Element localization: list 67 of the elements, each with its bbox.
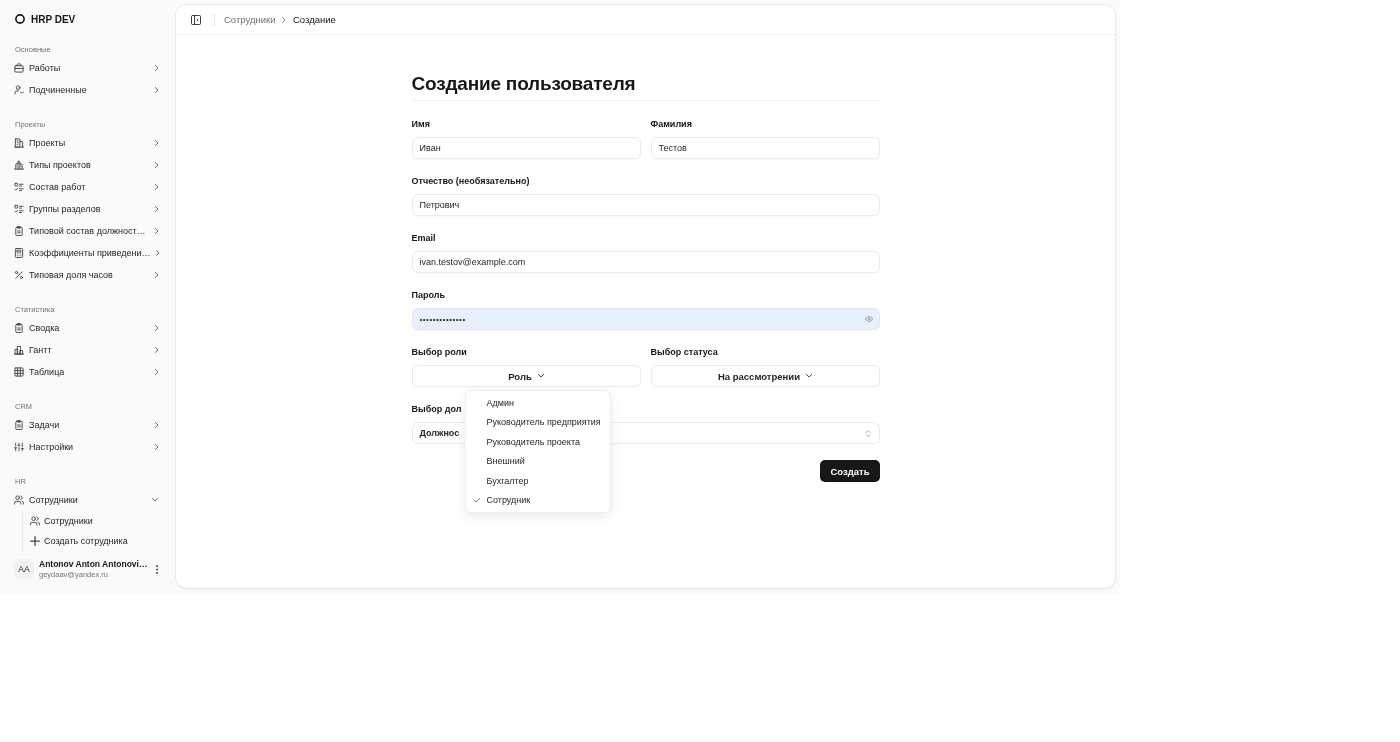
menu-option[interactable]: Админ xyxy=(467,393,608,413)
percent-icon xyxy=(14,270,24,280)
field-label: Выбор дол xyxy=(411,403,462,415)
briefcase-icon xyxy=(14,63,24,73)
chevron-down-icon xyxy=(537,374,544,378)
nav-item[interactable]: Типы проектов xyxy=(8,154,168,176)
nav-item[interactable]: Типовая доля часов xyxy=(8,264,168,286)
nav-item[interactable]: Проекты xyxy=(8,132,168,154)
nav-item[interactable]: Типовой состав должност… xyxy=(8,220,168,242)
clipboard-icon xyxy=(14,226,24,236)
breadcrumb-item: Создание xyxy=(292,14,336,25)
nav-item[interactable]: Гантт xyxy=(8,339,168,361)
field-label: Фамилия xyxy=(650,118,692,130)
person-icon xyxy=(14,85,24,95)
field-label: Отчество (необязательно) xyxy=(411,175,530,187)
field-label: Пароль xyxy=(411,289,445,301)
menu-option[interactable]: Бухгалтер xyxy=(467,471,608,491)
input-field[interactable]: Тестов xyxy=(650,137,880,159)
user-name: Antonov Anton Antonovi… xyxy=(39,559,148,569)
dropdown-button[interactable]: На рассмотрении xyxy=(650,365,880,387)
field-label: Имя xyxy=(411,118,430,130)
up-down-chevrons-icon xyxy=(866,429,871,437)
nav-item[interactable]: Коэффициенты приведени… xyxy=(8,242,168,264)
nav-item[interactable]: Работы xyxy=(8,57,168,79)
dropdown-button[interactable]: Роль xyxy=(411,365,641,387)
menu-option[interactable]: Внешний xyxy=(467,451,608,471)
input-field[interactable]: Петрович xyxy=(411,194,880,216)
panel-icon[interactable] xyxy=(191,14,201,25)
input-field[interactable]: Иван xyxy=(411,137,641,159)
sliders-icon xyxy=(14,442,24,452)
clipboard-icon xyxy=(14,420,24,430)
nav-item[interactable]: Сводка xyxy=(8,317,168,339)
breadcrumb-item[interactable]: Сотрудники xyxy=(224,14,276,25)
nav-item[interactable]: Группы разделов xyxy=(8,198,168,220)
nav-item[interactable]: Настройки xyxy=(8,436,168,458)
buildings-icon xyxy=(14,160,24,170)
chevron-down-icon xyxy=(806,374,813,378)
calculator-icon xyxy=(14,248,24,258)
menu-option[interactable]: Сотрудник xyxy=(467,490,608,510)
plus-icon xyxy=(30,536,40,546)
checklist-icon xyxy=(14,204,24,214)
page-title: Создание пользователя xyxy=(411,72,636,96)
password-field[interactable]: •••••••••••••• xyxy=(411,308,880,330)
people-icon xyxy=(30,516,40,526)
nav-item[interactable]: Подчиненные xyxy=(8,79,168,101)
more-icon[interactable] xyxy=(155,564,158,574)
input-field[interactable]: ivan.testov@example.com xyxy=(411,251,880,273)
nav-subitem[interactable]: Создать сотрудника xyxy=(23,531,168,551)
field-label: Выбор роли xyxy=(411,346,467,358)
nav-item[interactable]: Состав работ xyxy=(8,176,168,198)
nav-item[interactable]: Таблица xyxy=(8,361,168,383)
people-icon xyxy=(14,495,24,505)
brand-name: HRP DEV xyxy=(31,13,76,25)
nav-item[interactable]: Сотрудники xyxy=(8,489,168,511)
create-button[interactable]: Создать xyxy=(820,460,880,482)
table-icon xyxy=(14,367,24,377)
nav-subitem[interactable]: Сотрудники xyxy=(23,511,168,531)
chevron-right-icon xyxy=(282,16,286,23)
bar-chart-icon xyxy=(14,345,24,355)
clipboard-icon xyxy=(14,323,24,333)
building-icon xyxy=(14,138,24,148)
field-label: Выбор статуса xyxy=(650,346,718,358)
nav-item[interactable]: Задачи xyxy=(8,414,168,436)
ring-logo-icon xyxy=(15,14,25,24)
user-avatar: AA xyxy=(14,559,34,579)
field-label: Email xyxy=(411,232,436,244)
checklist-icon xyxy=(14,182,24,192)
